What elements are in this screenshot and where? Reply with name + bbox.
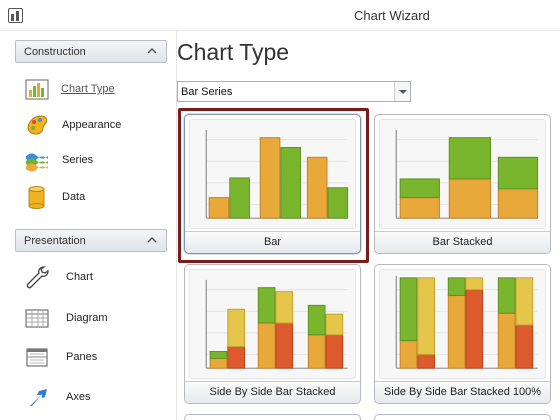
chart-type-bar-stacked[interactable]: Bar Stacked [374, 114, 551, 254]
database-icon [28, 186, 45, 209]
sidebar-item-chart-type[interactable]: Chart Type [24, 75, 164, 103]
chart-type-label: Side By Side Bar Stacked 100% [375, 381, 550, 403]
palette-icon [27, 115, 48, 135]
section-label: Presentation [24, 235, 86, 247]
page-title: Chart Type [177, 39, 290, 65]
chart-type-bar[interactable]: Bar [178, 108, 369, 263]
sidebar-item-appearance[interactable]: Appearance [24, 111, 164, 139]
section-label: Construction [24, 46, 86, 58]
chart-type-label: Bar Stacked [375, 231, 550, 253]
sidebar-item-label: Series [62, 154, 94, 166]
chart-type-side-by-side-bar-stacked[interactable]: Side By Side Bar Stacked [184, 264, 361, 404]
panes-icon [26, 348, 48, 367]
bar-chart-thumbnail [189, 119, 356, 229]
bar-chart-icon [25, 79, 49, 100]
sidebar-item-label: Chart Type [61, 83, 115, 95]
sidebar-item-label: Panes [66, 351, 98, 363]
sidebar-item-data[interactable]: Data [24, 183, 164, 211]
sidebar-item-axes[interactable]: Axes [24, 383, 164, 411]
series-icon [26, 153, 48, 172]
window-title: Chart Wizard [354, 8, 430, 23]
chart-type-gallery: Bar Bar Stacked Side By Side Bar Stacked… [177, 106, 560, 420]
axes-arrow-icon [30, 389, 47, 406]
chart-type-next-row-2[interactable] [374, 414, 551, 420]
chart-type-label: Bar [185, 231, 360, 253]
sidebar-item-label: Axes [66, 391, 91, 403]
chevron-down-icon[interactable] [394, 82, 410, 101]
chart-type-side-by-side-bar-stacked-100[interactable]: Side By Side Bar Stacked 100% [374, 264, 551, 404]
section-presentation[interactable]: Presentation [15, 229, 167, 252]
main-content: Chart Type Bar Series Bar Bar Stacked Si… [177, 31, 560, 420]
side-by-side-bar-stacked-thumbnail [189, 269, 356, 379]
grid-icon [25, 309, 49, 328]
sidebar-item-label: Diagram [66, 312, 108, 324]
sidebar-item-label: Chart [66, 271, 93, 283]
dropdown-value: Bar Series [181, 86, 233, 98]
sidebar-item-label: Data [62, 191, 86, 203]
chevron-up-icon [147, 47, 157, 54]
sidebar-item-panes[interactable]: Panes [24, 343, 164, 371]
sidebar-item-series[interactable]: Series [24, 146, 164, 174]
series-type-dropdown[interactable]: Bar Series [177, 81, 411, 102]
bar-stacked-thumbnail [379, 119, 546, 229]
sidebar: Construction Chart Type Appearance Serie… [0, 31, 177, 420]
chevron-up-icon [147, 236, 157, 243]
sidebar-item-label: Appearance [62, 119, 122, 131]
section-construction[interactable]: Construction [15, 40, 167, 63]
chart-type-next-row-1[interactable] [184, 414, 361, 420]
sidebar-item-chart[interactable]: Chart [24, 263, 164, 291]
title-bar: Chart Wizard [0, 0, 560, 31]
side-by-side-bar-stacked-100-thumbnail [379, 269, 546, 379]
chart-type-label: Side By Side Bar Stacked [185, 381, 360, 403]
wrench-icon [26, 266, 49, 289]
sidebar-item-diagram[interactable]: Diagram [24, 304, 164, 332]
